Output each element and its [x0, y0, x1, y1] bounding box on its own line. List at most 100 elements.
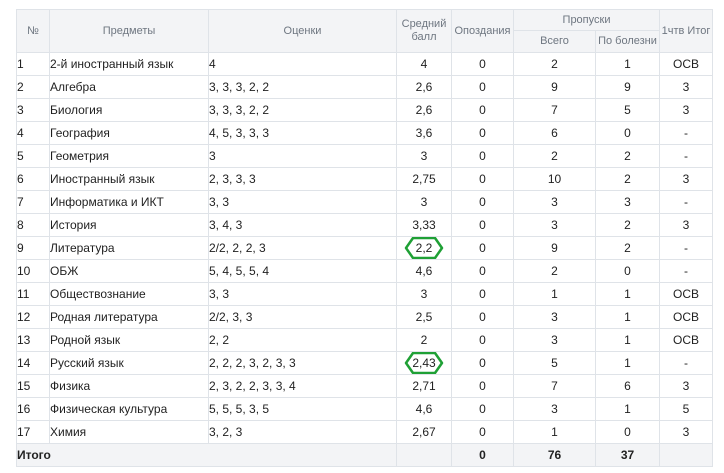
row-absences-sick: 2	[595, 144, 660, 168]
header-absences-total: Всего	[513, 30, 596, 53]
row-absences-total: 3	[513, 213, 596, 237]
row-grades: 2, 3, 2, 2, 3, 3, 4	[208, 374, 397, 398]
row-average: 2,43	[396, 351, 452, 375]
row-late: 0	[451, 52, 514, 76]
row-grades: 2, 2	[208, 328, 397, 352]
row-absences-total: 7	[513, 374, 596, 398]
row-average: 2,75	[396, 167, 452, 191]
row-average: 2,6	[396, 98, 452, 122]
row-final: ОСВ	[659, 328, 713, 352]
table-row: 8 История 3, 4, 3 3,33 0 3 2 3	[16, 213, 713, 237]
row-number: 4	[16, 121, 50, 145]
row-late: 0	[451, 98, 514, 122]
table-row: 7 Информатика и ИКТ 3, 33033-	[16, 190, 713, 214]
row-grades: 4, 5, 3, 3, 3	[208, 121, 397, 145]
table-row: 6 Иностранный язык 2, 3, 3, 3 2,75 0 10 2 3	[16, 167, 713, 191]
row-late: 0	[451, 328, 514, 352]
row-average: 2	[396, 328, 452, 352]
row-number: 14	[16, 351, 50, 375]
row-absences-total: 5	[513, 351, 596, 375]
row-number: 15	[16, 374, 50, 398]
row-subject: Русский язык	[49, 351, 209, 375]
row-grades: 3, 3, 3, 2, 2	[208, 75, 397, 99]
row-number: 11	[16, 282, 50, 306]
table-row: 1 2-й иностранный язык 4 4 0 2 1 ОСВ	[16, 52, 713, 76]
row-average-value: 2,43	[412, 356, 436, 370]
row-grades: 3, 2, 3	[208, 420, 397, 444]
row-subject: География	[49, 121, 209, 145]
row-grades: 3, 3, 3, 2, 2	[208, 98, 397, 122]
row-number: 2	[16, 75, 50, 99]
row-average: 4	[396, 52, 452, 76]
totals-label: Итого	[16, 443, 397, 467]
row-subject: Иностранный язык	[49, 167, 209, 191]
row-final: ОСВ	[659, 52, 713, 76]
row-final: -	[659, 121, 713, 145]
row-average: 3	[396, 190, 452, 214]
row-late: 0	[451, 351, 514, 375]
row-subject: Химия	[49, 420, 209, 444]
row-absences-sick: 2	[595, 213, 660, 237]
row-subject: Родная литература	[49, 305, 209, 329]
row-absences-total: 9	[513, 236, 596, 260]
totals-row: Итого 0 76 37	[16, 443, 713, 467]
header-late: Опоздания	[451, 9, 514, 53]
header-number: №	[16, 9, 50, 53]
row-absences-sick: 0	[595, 121, 660, 145]
row-absences-sick: 1	[595, 397, 660, 421]
row-number: 13	[16, 328, 50, 352]
row-late: 0	[451, 420, 514, 444]
row-number: 3	[16, 98, 50, 122]
totals-average	[396, 443, 452, 467]
row-late: 0	[451, 75, 514, 99]
row-late: 0	[451, 121, 514, 145]
row-final: -	[659, 144, 713, 168]
row-late: 0	[451, 374, 514, 398]
row-average: 2,6	[396, 75, 452, 99]
row-absences-sick: 2	[595, 236, 660, 260]
row-number: 5	[16, 144, 50, 168]
totals-final	[659, 443, 713, 467]
row-final: 3	[659, 213, 713, 237]
row-final: -	[659, 236, 713, 260]
row-average: 2,2	[396, 236, 452, 260]
row-absences-total: 9	[513, 75, 596, 99]
row-absences-total: 3	[513, 190, 596, 214]
row-absences-total: 2	[513, 52, 596, 76]
row-average-value: 2,2	[415, 241, 433, 255]
row-late: 0	[451, 190, 514, 214]
row-final: 5	[659, 397, 713, 421]
table-row: 3 Биология 3, 3, 3, 2, 2 2,6 0 7 5 3	[16, 98, 713, 122]
row-absences-sick: 3	[595, 190, 660, 214]
row-average: 4,6	[396, 397, 452, 421]
row-final: ОСВ	[659, 305, 713, 329]
row-grades: 2/2, 3, 3	[208, 305, 397, 329]
row-late: 0	[451, 236, 514, 260]
row-subject: Биология	[49, 98, 209, 122]
row-absences-total: 1	[513, 420, 596, 444]
row-average: 2,67	[396, 420, 452, 444]
table-row: 14 Русский язык 2, 2, 2, 3, 2, 3, 3 2,43 0 5 1…	[16, 351, 713, 375]
table-row: 15 Физика 2, 3, 2, 2, 3, 3, 4 2,71 0 7 6 3	[16, 374, 713, 398]
row-grades: 5, 5, 5, 3, 5	[208, 397, 397, 421]
row-grades: 4	[208, 52, 397, 76]
row-absences-total: 3	[513, 328, 596, 352]
row-average: 3	[396, 282, 452, 306]
row-final: -	[659, 351, 713, 375]
row-absences-sick: 1	[595, 328, 660, 352]
row-final: 3	[659, 75, 713, 99]
row-absences-total: 2	[513, 144, 596, 168]
grades-report: № Предметы Оценки Средний балл Опоздания…	[16, 9, 713, 467]
row-subject: История	[49, 213, 209, 237]
row-absences-sick: 5	[595, 98, 660, 122]
row-late: 0	[451, 397, 514, 421]
row-absences-total: 7	[513, 98, 596, 122]
row-final: -	[659, 190, 713, 214]
row-grades: 2/2, 2, 2, 3	[208, 236, 397, 260]
header-grades: Оценки	[208, 9, 397, 53]
row-number: 12	[16, 305, 50, 329]
table-row: 5 Геометрия 3 3 0 2 2-	[16, 144, 713, 168]
row-subject: Алгебра	[49, 75, 209, 99]
row-absences-sick: 0	[595, 259, 660, 283]
row-average: 2,5	[396, 305, 452, 329]
